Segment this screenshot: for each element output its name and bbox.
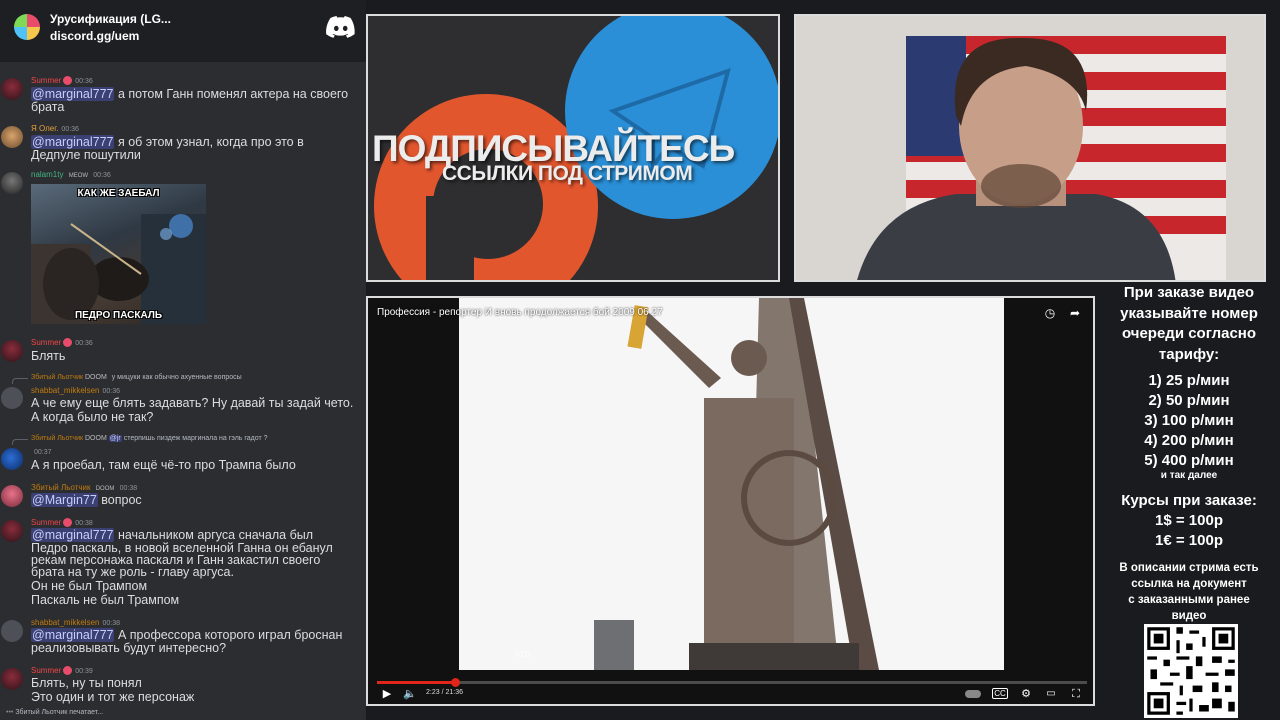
user-mention[interactable]: @marginal777	[31, 135, 115, 149]
exchange-rates-title: Курсы при заказе:	[1121, 492, 1257, 509]
meme-illustration	[31, 214, 206, 324]
progress-fill	[377, 681, 455, 684]
discord-chat-overlay: Урусификация (LG... discord.gg/uem Summe…	[0, 0, 366, 720]
role-badge-icon	[63, 76, 73, 86]
message-username[interactable]: Summer 00:38	[31, 518, 93, 528]
message-text: Он не был Трампом	[31, 579, 148, 593]
rate-eur: 1€ = 100р	[1155, 532, 1223, 549]
promo-subtitle: ССЫЛКИ ПОД СТРИМОМ	[442, 162, 693, 185]
user-avatar[interactable]	[1, 172, 23, 194]
user-mention[interactable]: @Margin77	[31, 493, 98, 507]
share-icon[interactable]: ➦	[1067, 305, 1083, 321]
user-avatar[interactable]	[1, 520, 23, 542]
message-text: Это один и тот же персонаж	[31, 690, 195, 704]
message-text: брата на ту же роль - главу аргуса.	[31, 565, 234, 579]
order-info-panel: При заказе видео указывайте номер очеред…	[1098, 282, 1280, 720]
reply-connector	[12, 378, 28, 384]
user-avatar[interactable]	[1, 485, 23, 507]
reply-connector	[12, 439, 28, 445]
webcam-scene	[796, 16, 1264, 280]
message-username[interactable]: Я Олег. 00:36	[31, 124, 79, 133]
discord-default-avatar[interactable]	[1, 620, 23, 642]
channel-logo: НТВ	[514, 650, 531, 659]
clock-icon[interactable]: ◷	[1042, 305, 1058, 321]
subtitles-icon[interactable]: CC	[992, 686, 1008, 702]
settings-icon[interactable]: ⚙	[1018, 686, 1034, 702]
time-readout: 2:23 / 21:36	[426, 689, 463, 696]
message-text: А я проебал, там ещё чё-то про Трампа бы…	[31, 458, 296, 472]
subscribe-promo-banner: ПОДПИСЫВАЙТЕСЬ ССЫЛКИ ПОД СТРИМОМ	[366, 14, 780, 282]
cast-icon[interactable]: ▭	[1043, 686, 1059, 702]
statue-illustration	[459, 298, 1004, 670]
webcam-feed	[794, 14, 1266, 282]
user-mention[interactable]: @marginal777	[31, 528, 115, 542]
user-mention[interactable]: @marginal777	[31, 628, 115, 642]
meme-caption-top: КАК ЖЕ ЗАЕБАЛ	[77, 188, 160, 199]
message-username[interactable]: shabbat_mikkelsen 00:36	[31, 386, 120, 395]
stream-layout: Урусификация (LG... discord.gg/uem Summe…	[0, 0, 1280, 720]
role-badge-icon	[63, 666, 73, 676]
message-username[interactable]: shabbat_mikkelsen 00:38	[31, 618, 120, 627]
video-title[interactable]: Профессия - репортер И вновь продолжаетс…	[377, 307, 663, 318]
price-item: 5) 400 р/мин	[1144, 452, 1234, 469]
discord-logo-icon	[326, 16, 355, 38]
message-text: Блять	[31, 349, 66, 363]
role-badge-icon	[63, 338, 73, 348]
video-frame[interactable]	[459, 298, 1004, 670]
price-item: 2) 50 р/мин	[1148, 392, 1230, 409]
message-username[interactable]: 00:37	[31, 447, 52, 456]
server-icon	[14, 14, 40, 40]
price-item: 4) 200 р/мин	[1144, 432, 1234, 449]
role-badge-icon	[63, 518, 73, 528]
youtube-player[interactable]: НТВ Профессия - репортер И вновь продолж…	[366, 296, 1095, 706]
scrubber-handle[interactable]	[451, 678, 460, 687]
meme-caption-bottom: ПЕДРО ПАСКАЛЬ	[74, 310, 163, 321]
progress-bar[interactable]	[377, 678, 1087, 687]
fullscreen-icon[interactable]: ⛶	[1068, 686, 1084, 702]
price-list-continuation: и так далее	[1160, 470, 1218, 481]
message-text: @Margin77 вопрос	[31, 493, 142, 507]
server-banner[interactable]: Урусификация (LG... discord.gg/uem	[0, 0, 366, 62]
message-username[interactable]: Summer 00:36	[31, 338, 93, 348]
price-item: 1) 25 р/мин	[1148, 372, 1230, 389]
user-avatar[interactable]	[1, 668, 23, 690]
rate-usd: 1$ = 100р	[1155, 512, 1223, 529]
message-text: Блять, ну ты понял	[31, 676, 142, 690]
message-username[interactable]: Збитый Льотчик DOOM 00:38	[31, 483, 137, 492]
message-text: А че ему еще блять задавать? Ну давай ты…	[31, 396, 354, 410]
discord-default-avatar[interactable]	[1, 387, 23, 409]
message-username[interactable]: Summer 00:39	[31, 666, 93, 676]
price-item: 3) 100 р/мин	[1144, 412, 1234, 429]
order-instructions: При заказе видео указывайте номер очеред…	[1120, 284, 1258, 363]
qr-code[interactable]	[1144, 624, 1238, 718]
play-icon[interactable]: ▶	[380, 686, 394, 702]
autoplay-toggle[interactable]	[964, 686, 982, 702]
message-text: А когда было не так?	[31, 410, 154, 424]
reply-preview[interactable]: Збитый Льотчик DOOM у мицуки как обычно …	[31, 374, 242, 381]
user-mention[interactable]: @marginal777	[31, 87, 115, 101]
reply-preview[interactable]: Збитый Льотчик DOOM @jr стерпишь пиздеж …	[31, 435, 268, 442]
description-note: В описании стрима есть ссылка на докумен…	[1119, 562, 1259, 622]
user-avatar[interactable]	[1, 78, 23, 100]
user-avatar[interactable]	[1, 126, 23, 148]
typing-indicator: ••• Збитый Льотчик печатает...	[6, 709, 104, 716]
user-tag: DOOM	[95, 486, 115, 492]
message-text: брата	[31, 100, 65, 114]
message-text: @marginal777 а потом Ганн поменял актера…	[31, 87, 349, 101]
message-text: Паскаль не был Трампом	[31, 593, 180, 607]
server-invite-link[interactable]: discord.gg/uem	[50, 29, 139, 43]
user-tag: MEOW	[68, 173, 89, 179]
message-text: Дедпуле пошутили	[31, 148, 141, 162]
message-username[interactable]: nalam1ty MEOW 00:36	[31, 170, 111, 179]
volume-icon[interactable]: 🔈	[402, 686, 418, 702]
server-name: Урусификация (LG...	[50, 12, 171, 26]
message-text: реализовывать будут интересно?	[31, 641, 227, 655]
user-avatar[interactable]	[1, 340, 23, 362]
meme-image[interactable]: КАК ЖЕ ЗАЕБАЛ ПЕДРО ПАСКАЛЬ	[31, 184, 206, 324]
user-avatar[interactable]	[1, 448, 23, 470]
message-username[interactable]: Summer 00:36	[31, 76, 93, 86]
price-list: 1) 25 р/мин 2) 50 р/мин 3) 100 р/мин 4) …	[1098, 371, 1280, 471]
